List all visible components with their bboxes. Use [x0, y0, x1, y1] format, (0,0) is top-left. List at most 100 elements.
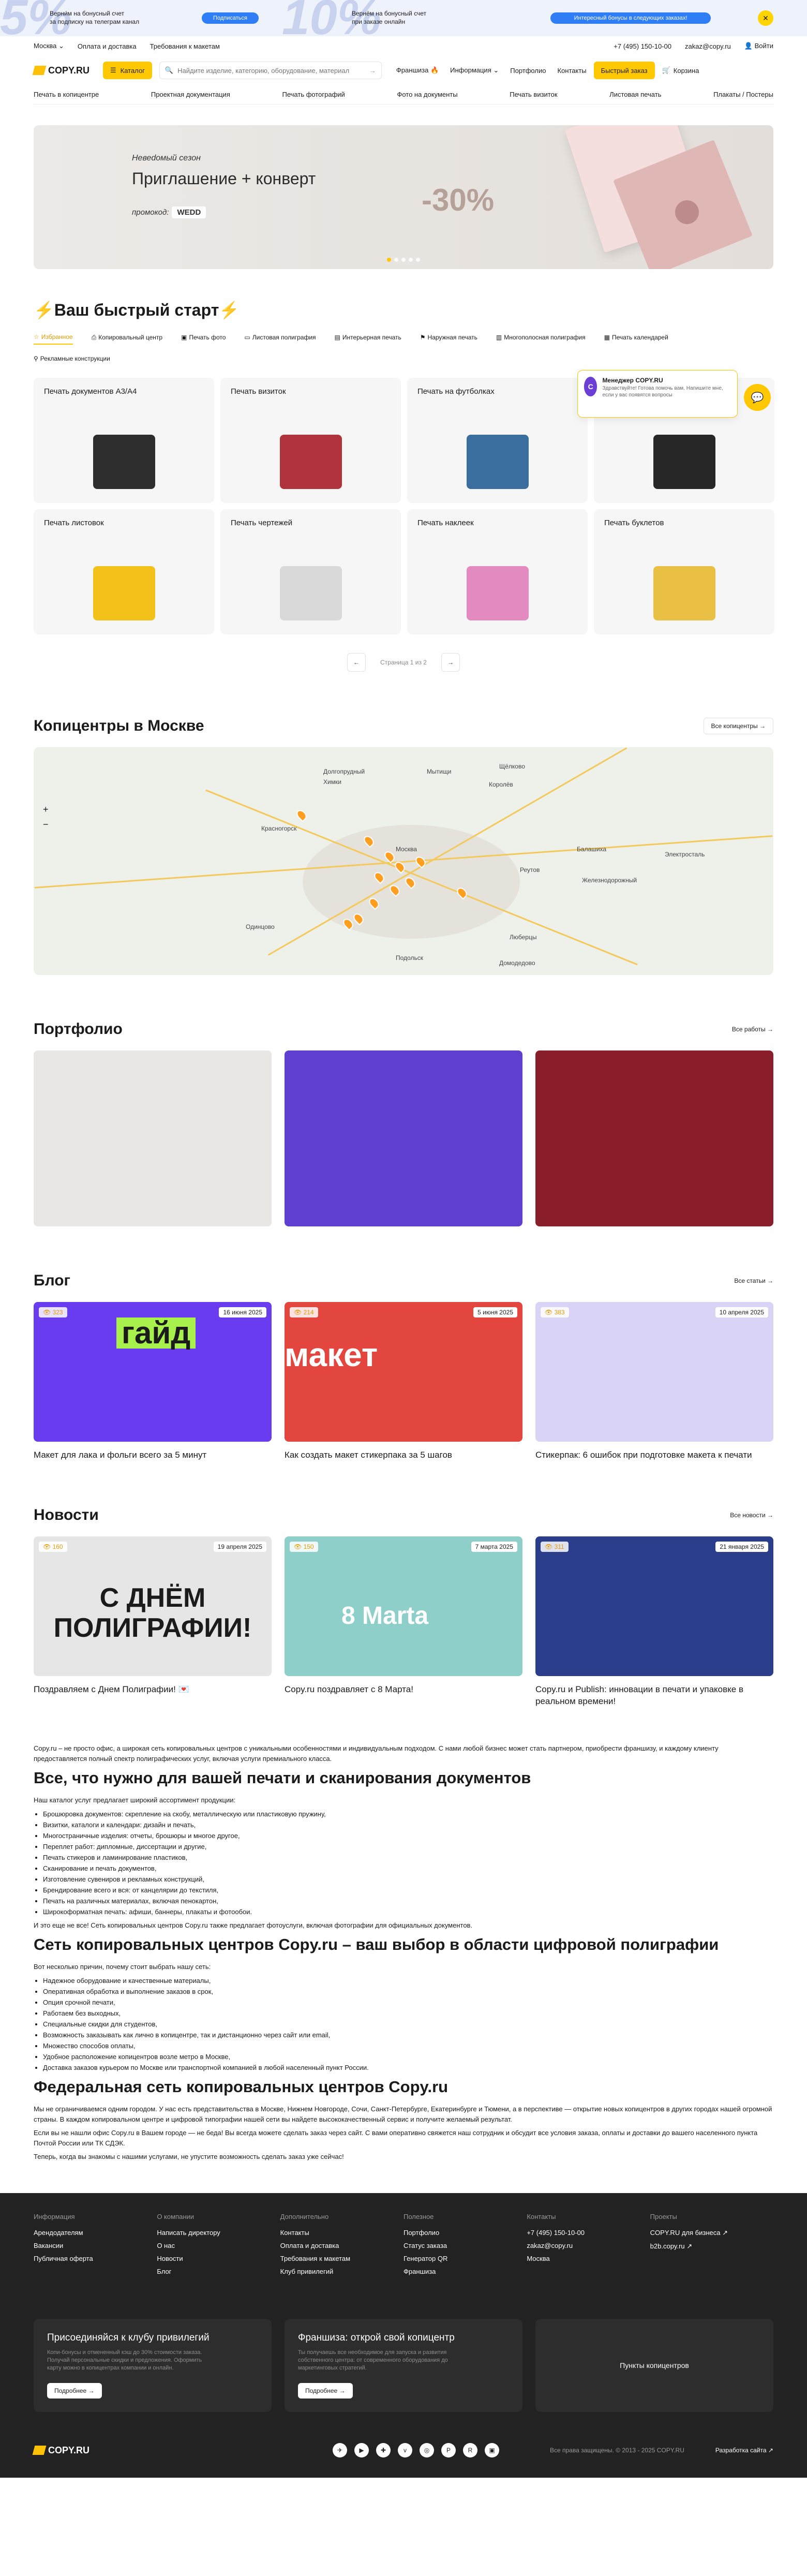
filter-favorites[interactable]: ☆ Избранное [34, 330, 73, 345]
search-input[interactable] [177, 66, 365, 75]
catalog-button[interactable]: ☰ Каталог [103, 62, 152, 79]
footer-link[interactable]: Контакты [280, 2229, 404, 2237]
plus-icon[interactable]: ✚ [376, 2443, 391, 2457]
footer-link[interactable]: Вакансии [34, 2242, 157, 2249]
category-link[interactable]: Печать в копицентре [34, 91, 99, 98]
category-link[interactable]: Печать фотографий [282, 91, 345, 98]
all-copycenters-button[interactable]: Все копицентры → [703, 718, 773, 734]
logo[interactable]: COPY.RU [32, 65, 96, 76]
footer-link[interactable]: Требования к макетам [280, 2255, 404, 2262]
vk-icon[interactable]: v [398, 2443, 412, 2457]
copycenters-map[interactable]: + − Долгопрудный Химки Мытищи Щёлково Ко… [34, 747, 773, 975]
quick-order-button[interactable]: Быстрый заказ [593, 62, 655, 79]
product-card[interactable]: Печать наклеек [407, 509, 588, 634]
zoom-in-icon[interactable]: + [43, 804, 49, 815]
filter-interior[interactable]: ▤ Интерьерная печать [335, 330, 401, 345]
footer-link[interactable]: Генератор QR [404, 2255, 527, 2262]
youtube-icon[interactable]: ▶ [354, 2443, 369, 2457]
news-card[interactable]: С ДНЁМ ПОЛИГРАФИИ! 👁 160 19 апреля 2025 … [34, 1536, 272, 1707]
prev-page-button[interactable]: ← [347, 653, 366, 672]
close-icon[interactable]: ✕ [758, 10, 773, 26]
footer-link[interactable]: Публичная оферта [34, 2255, 157, 2262]
news-card[interactable]: 8 Marta 👁 150 7 марта 2025 Copy.ru поздр… [285, 1536, 522, 1707]
club-more-button[interactable]: Подробнее → [47, 2383, 102, 2399]
category-link[interactable]: Печать визиток [510, 91, 557, 98]
category-link[interactable]: Проектная документация [151, 91, 230, 98]
news-card[interactable]: 👁 311 21 января 2025 Copy.ru и Publish: … [535, 1536, 773, 1707]
filter-outdoor[interactable]: ⚑ Наружная печать [420, 330, 477, 345]
nav-portfolio[interactable]: Портфолио [510, 67, 546, 75]
slider-dot[interactable] [394, 258, 398, 262]
footer-link[interactable]: Написать директору [157, 2229, 280, 2237]
footer-link[interactable]: Франшиза [404, 2268, 527, 2275]
category-link[interactable]: Листовая печать [609, 91, 661, 98]
product-card[interactable]: Печать документов А3/А4 [34, 378, 214, 503]
login-link[interactable]: 👤 Войти [744, 42, 773, 50]
rutube-icon[interactable]: R [463, 2443, 477, 2457]
portfolio-image[interactable] [285, 1050, 522, 1226]
all-portfolio-link[interactable]: Все работы → [732, 1026, 773, 1033]
subscribe-button[interactable]: Подписаться [202, 12, 259, 24]
footer-link[interactable]: Статус заказа [404, 2242, 527, 2249]
pinterest-icon[interactable]: P [441, 2443, 456, 2457]
filter-sheet[interactable]: ▭ Листовая полиграфия [244, 330, 316, 345]
blog-card[interactable]: гайд 👁 323 16 июня 2025 Макет для лака и… [34, 1302, 272, 1461]
points-card[interactable]: Пункты копицентров [535, 2319, 773, 2412]
blog-card[interactable]: макет 👁 214 5 июня 2025 Как создать маке… [285, 1302, 522, 1461]
footer-link[interactable]: Блог [157, 2268, 280, 2275]
all-blog-link[interactable]: Все статьи → [734, 1277, 773, 1284]
nav-info[interactable]: Информация ⌄ [450, 66, 499, 75]
footer-link[interactable]: Новости [157, 2255, 280, 2262]
email-link[interactable]: zakaz@copy.ru [685, 42, 731, 50]
franchise-more-button[interactable]: Подробнее → [298, 2383, 353, 2399]
next-page-button[interactable]: → [441, 653, 460, 672]
footer-link[interactable]: Клуб привилегий [280, 2268, 404, 2275]
arrow-right-icon[interactable]: → [369, 67, 376, 75]
product-card[interactable]: Печать буклетов [594, 509, 774, 634]
nav-franchise[interactable]: Франшиза 🔥 [396, 66, 439, 75]
footer-link[interactable]: +7 (495) 150-10-00 [527, 2229, 650, 2237]
category-link[interactable]: Фото на документы [397, 91, 457, 98]
developer-link[interactable]: Разработка сайта ↗ [715, 2447, 773, 2454]
product-card[interactable]: Печать на футболках [407, 378, 588, 503]
slider-dot[interactable] [401, 258, 406, 262]
filter-photo[interactable]: ▣ Печать фото [181, 330, 226, 345]
slider-dot[interactable] [409, 258, 413, 262]
filter-ad-structures[interactable]: ⚲ Рекламные конструкции [34, 352, 110, 365]
slider-dot[interactable] [387, 258, 391, 262]
footer-link[interactable]: b2b.copy.ru ↗ [650, 2242, 773, 2251]
footer-link[interactable]: Оплата и доставка [280, 2242, 404, 2249]
all-news-link[interactable]: Все новости → [730, 1512, 773, 1519]
topbar-link-delivery[interactable]: Оплата и доставка [78, 42, 137, 50]
footer-link[interactable]: Арендодателям [34, 2229, 157, 2237]
chat-icon[interactable]: 💬 [744, 384, 771, 411]
vc-icon[interactable]: ▣ [485, 2443, 499, 2457]
product-card[interactable]: Печать чертежей [220, 509, 401, 634]
filter-copycenter[interactable]: ⎙ Копировальный центр [92, 330, 163, 345]
topbar-link-requirements[interactable]: Требования к макетам [150, 42, 220, 50]
phone-link[interactable]: +7 (495) 150-10-00 [614, 42, 671, 50]
portfolio-image[interactable] [34, 1050, 272, 1226]
blog-card[interactable]: 👁 383 10 апреля 2025 Стикерпак: 6 ошибок… [535, 1302, 773, 1461]
filter-calendars[interactable]: ▦ Печать календарей [604, 330, 668, 345]
footer-link[interactable]: О нас [157, 2242, 280, 2249]
footer-link[interactable]: Москва [527, 2255, 650, 2262]
bonus-button[interactable]: Интересный бонусы в следующих заказах! [550, 12, 711, 24]
hero-banner[interactable]: Невеdомый сезон Приглашение + конверт пр… [34, 125, 773, 269]
product-card[interactable]: Печать листовок [34, 509, 214, 634]
map-pin[interactable] [294, 808, 309, 822]
telegram-icon[interactable]: ✈ [333, 2443, 347, 2457]
footer-link[interactable]: Портфолио [404, 2229, 527, 2237]
category-link[interactable]: Плакаты / Постеры [713, 91, 773, 98]
filter-multipage[interactable]: ▥ Многополосная полиграфия [496, 330, 586, 345]
product-card[interactable]: Печать визиток [220, 378, 401, 503]
instagram-icon[interactable]: ◎ [420, 2443, 434, 2457]
footer-link[interactable]: zakaz@copy.ru [527, 2242, 650, 2249]
footer-link[interactable]: COPY.RU для бизнеса ↗ [650, 2229, 773, 2237]
city-selector[interactable]: Москва ⌄ [34, 42, 64, 50]
portfolio-image[interactable] [535, 1050, 773, 1226]
zoom-out-icon[interactable]: − [43, 819, 49, 830]
manager-popup[interactable]: C Менеджер COPY.RU Здравствуйте! Готова … [577, 370, 738, 418]
cart-button[interactable]: 🛒 Корзина [662, 66, 699, 75]
nav-contacts[interactable]: Контакты [557, 67, 586, 75]
